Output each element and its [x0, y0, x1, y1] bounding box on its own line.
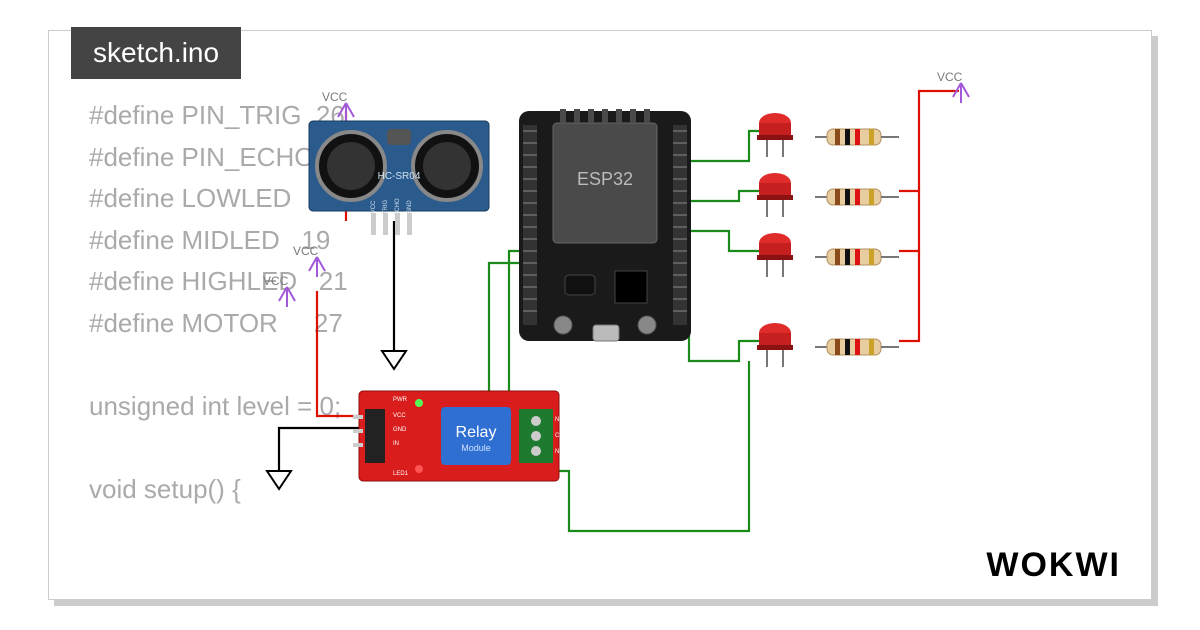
component-resistor[interactable] — [815, 339, 899, 355]
relay-label: Relay — [456, 424, 497, 441]
brand-label: WOKWI — [986, 546, 1121, 584]
code-line: #define LOWLED — [89, 183, 291, 213]
code-line: #define MIDLED 19 — [89, 225, 330, 255]
svg-text:IN: IN — [393, 441, 399, 447]
svg-text:VCC: VCC — [371, 200, 377, 213]
file-tab-label: sketch.ino — [93, 37, 219, 68]
svg-text:ECHO: ECHO — [395, 198, 401, 216]
component-resistor[interactable] — [815, 129, 899, 145]
component-resistor[interactable] — [815, 189, 899, 205]
svg-text:COM: COM — [555, 433, 569, 439]
component-led[interactable] — [757, 173, 793, 217]
svg-text:NO: NO — [555, 417, 564, 423]
component-led[interactable] — [757, 113, 793, 157]
vcc-label: VCC — [937, 70, 963, 84]
component-resistor[interactable] — [815, 249, 899, 265]
wires — [279, 91, 959, 531]
vcc-markers: VCC VCC VCC VCC — [263, 70, 969, 307]
svg-text:GND: GND — [393, 427, 407, 433]
code-line: unsigned int level = 0; — [89, 391, 341, 421]
svg-text:LED1: LED1 — [393, 471, 409, 477]
svg-text:PWR: PWR — [393, 397, 408, 403]
ultrasonic-label: HC-SR04 — [378, 171, 421, 182]
file-tab[interactable]: sketch.ino — [71, 27, 241, 79]
gnd-marker — [382, 351, 406, 369]
code-line: void setup() { — [89, 474, 241, 504]
component-esp32[interactable]: ESP32 — [519, 109, 691, 341]
svg-text:NC: NC — [555, 449, 564, 455]
component-led[interactable] — [757, 233, 793, 277]
project-card: sketch.ino #define PIN_TRIG 26 #define P… — [48, 30, 1152, 600]
relay-sublabel: Module — [461, 443, 491, 453]
led-array — [757, 113, 899, 367]
code-line: #define HIGHLED 21 — [89, 266, 348, 296]
component-led[interactable] — [757, 323, 793, 367]
code-line: #define PIN_TRIG 26 — [89, 100, 345, 130]
svg-text:TRIG: TRIG — [383, 200, 389, 215]
component-relay[interactable]: Relay Module VCC GND IN PWR LED1 NO COM … — [353, 391, 569, 481]
svg-text:GND: GND — [407, 200, 413, 214]
svg-text:VCC: VCC — [393, 413, 406, 419]
code-line: #define MOTOR 27 — [89, 308, 343, 338]
code-preview: #define PIN_TRIG 26 #define PIN_ECHO #de… — [89, 95, 348, 511]
vcc-marker: VCC — [937, 70, 969, 103]
brand-logo: WOKWI — [986, 546, 1121, 585]
code-line: #define PIN_ECHO — [89, 142, 314, 172]
esp32-label: ESP32 — [577, 169, 633, 189]
